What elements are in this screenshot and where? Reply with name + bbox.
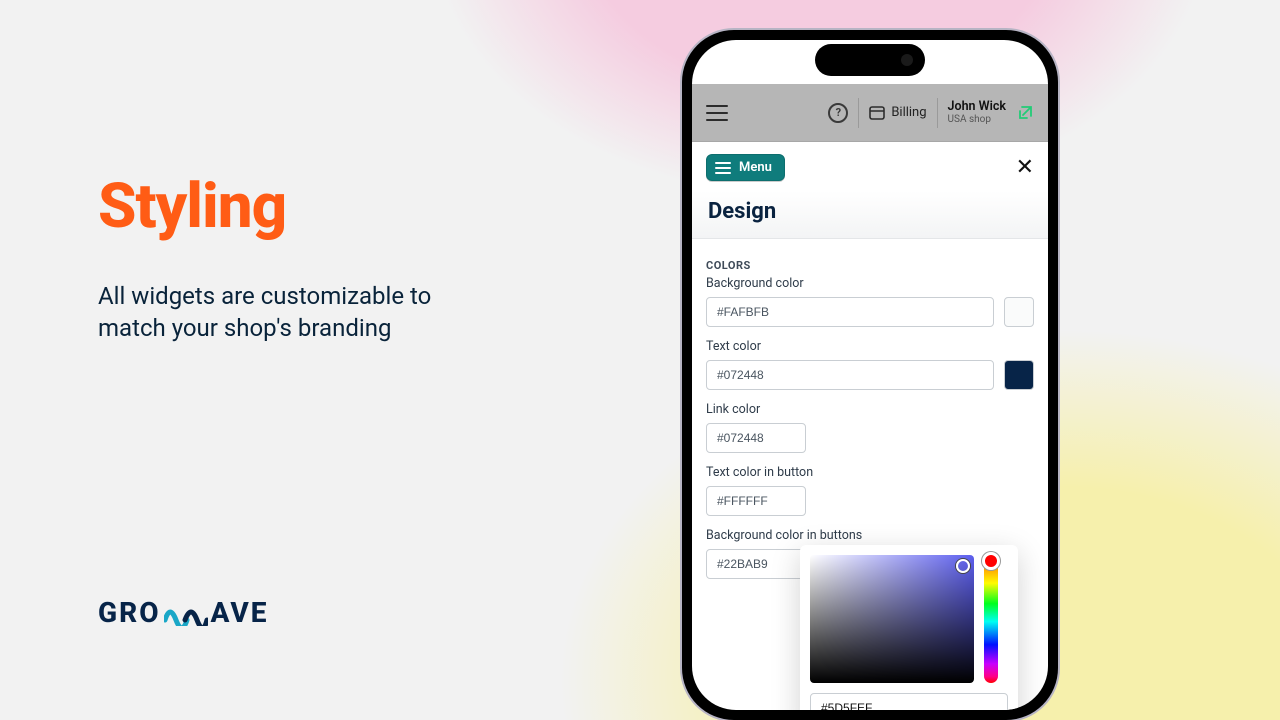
hamburger-icon[interactable]: [706, 105, 728, 121]
saturation-cursor[interactable]: [956, 559, 970, 573]
input-button-bg-color[interactable]: [706, 549, 806, 579]
growave-logo: GRO AVE: [98, 596, 269, 629]
app-topbar: Billing John Wick USA shop: [692, 84, 1048, 142]
menu-label: Menu: [739, 160, 772, 175]
headline: Styling: [98, 170, 286, 243]
phone-notch: [815, 44, 925, 76]
label-button-bg-color: Background color in buttons: [706, 528, 1034, 543]
menu-icon: [715, 162, 731, 174]
field-background-color: Background color: [706, 276, 1034, 327]
color-picker-saturation[interactable]: [810, 555, 974, 683]
input-link-color[interactable]: [706, 423, 806, 453]
label-button-text-color: Text color in button: [706, 465, 1034, 480]
subheadline: All widgets are customizable to match yo…: [98, 280, 458, 345]
color-picker-hex-input[interactable]: [810, 693, 1008, 710]
external-link-icon[interactable]: [1016, 104, 1034, 122]
swatch-text-color[interactable]: [1004, 360, 1034, 390]
billing-label: Billing: [891, 105, 926, 120]
close-icon[interactable]: ✕: [1016, 155, 1034, 180]
marketing-slide: Styling All widgets are customizable to …: [0, 0, 1280, 720]
label-text-color: Text color: [706, 339, 1034, 354]
user-box[interactable]: John Wick USA shop: [948, 100, 1006, 125]
color-picker-hue[interactable]: [984, 555, 998, 683]
input-button-text-color[interactable]: [706, 486, 806, 516]
label-background-color: Background color: [706, 276, 1034, 291]
logo-text-right: AVE: [211, 596, 269, 629]
color-picker[interactable]: [800, 545, 1018, 710]
page-title: Design: [692, 191, 1048, 239]
logo-wave-icon: [164, 600, 208, 626]
menu-button[interactable]: Menu: [706, 154, 785, 181]
field-link-color: Link color: [706, 402, 1034, 453]
hue-cursor[interactable]: [982, 552, 1000, 570]
group-colors: COLORS: [706, 259, 1034, 272]
design-panel: COLORS Background color Text color: [692, 239, 1048, 710]
user-name: John Wick: [948, 100, 1006, 114]
help-icon[interactable]: [828, 103, 848, 123]
label-link-color: Link color: [706, 402, 1034, 417]
field-button-text-color: Text color in button: [706, 465, 1034, 516]
swatch-background-color[interactable]: [1004, 297, 1034, 327]
phone-frame: Billing John Wick USA shop Menu ✕: [682, 30, 1058, 720]
input-background-color[interactable]: [706, 297, 994, 327]
headline-text: Styling: [98, 170, 286, 243]
billing-link[interactable]: Billing: [869, 105, 926, 120]
divider: [937, 98, 938, 128]
input-text-color[interactable]: [706, 360, 994, 390]
divider: [858, 98, 859, 128]
subheader: Menu ✕: [692, 142, 1048, 191]
user-shop: USA shop: [948, 114, 1006, 125]
logo-text-left: GRO: [98, 596, 161, 629]
field-text-color: Text color: [706, 339, 1034, 390]
phone-screen: Billing John Wick USA shop Menu ✕: [692, 40, 1048, 710]
